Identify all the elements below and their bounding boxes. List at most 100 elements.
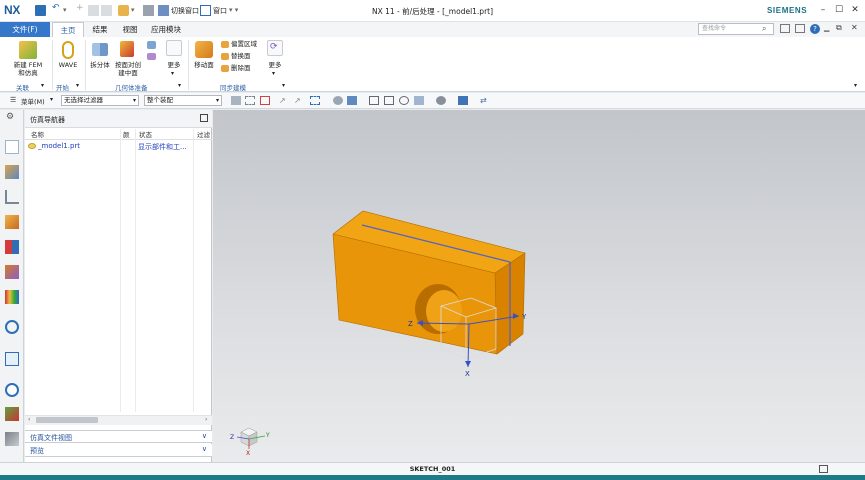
show-hide-icon[interactable]: ⇄	[480, 96, 490, 105]
tab-file[interactable]: 文件(F)	[0, 22, 50, 37]
sim-navigator-icon[interactable]	[5, 140, 19, 154]
rotate-icon[interactable]	[399, 96, 409, 105]
view-cube-icon[interactable]	[347, 96, 357, 105]
group-sync-dropdown-icon[interactable]: ▾	[282, 82, 285, 89]
selection-filter-dropdown[interactable]: 无选择过滤器 ▾	[61, 95, 139, 106]
history-icon[interactable]	[5, 383, 19, 397]
column-divider	[120, 129, 121, 412]
group-start-dropdown-icon[interactable]: ▾	[76, 82, 79, 89]
orient-view-icon[interactable]	[414, 96, 424, 105]
move-face-icon[interactable]	[195, 41, 213, 58]
wave-button[interactable]: WAVE	[54, 61, 82, 69]
wave-icon[interactable]	[62, 41, 74, 59]
graphics-window[interactable]: Y X Z Y X Z	[213, 110, 865, 462]
column-header-name[interactable]: 名称	[31, 129, 44, 139]
constraint-icon[interactable]	[5, 215, 19, 229]
sim-file-view-section[interactable]: 仿真文件视图 ∨	[25, 430, 212, 443]
split-body-icon[interactable]	[92, 43, 108, 56]
snap-end-icon[interactable]: ↗	[294, 96, 304, 105]
more-geometry-dropdown-icon[interactable]: ▾	[171, 70, 174, 77]
midsurface-icon[interactable]	[147, 41, 156, 49]
gear-icon[interactable]: ⚙	[6, 112, 14, 122]
fit-icon[interactable]	[369, 96, 379, 105]
ribbon-minimize-button[interactable]: ▁	[824, 24, 829, 32]
sim-file-view-label: 仿真文件视图	[30, 434, 72, 442]
status-bar: SKETCH_001	[0, 462, 865, 475]
preview-section[interactable]: 预览 ∨	[25, 444, 212, 457]
role-icon[interactable]	[5, 265, 19, 279]
snap-icon[interactable]: ↗	[279, 96, 289, 105]
delete-face-icon[interactable]	[221, 65, 229, 72]
ribbon-divider	[188, 40, 189, 90]
layout-icon[interactable]	[780, 24, 790, 33]
replace-face-button[interactable]: 替换面	[231, 52, 251, 60]
fullscreen-status-icon[interactable]	[819, 465, 828, 473]
column-header-filter[interactable]: 过滤	[197, 129, 210, 139]
system-materials-icon[interactable]	[5, 432, 19, 446]
web-browser-icon[interactable]	[5, 352, 19, 366]
split-body-button[interactable]: 拆分体	[88, 61, 112, 69]
assembly-scope-value: 整个装配	[147, 96, 173, 104]
menu-dropdown-icon[interactable]: ▾	[50, 96, 53, 103]
preview-label: 预览	[30, 447, 44, 455]
maximize-panel-icon[interactable]	[200, 114, 208, 122]
scroll-left-icon[interactable]: ‹	[28, 416, 30, 423]
shaded-icon[interactable]	[333, 96, 343, 105]
menu-button[interactable]: 菜单(M)	[21, 96, 45, 106]
more-sync-button[interactable]: 更多	[263, 61, 287, 69]
delete-face-button[interactable]: 删除面	[231, 64, 251, 72]
minimize-button[interactable]: –	[816, 4, 830, 16]
search-icon[interactable]: ⌕	[762, 24, 766, 34]
select-general-icon[interactable]	[245, 96, 255, 105]
palette-icon[interactable]	[5, 290, 19, 304]
info-icon[interactable]	[5, 320, 19, 334]
render-style-icon[interactable]	[436, 96, 446, 105]
zoom-icon[interactable]	[384, 96, 394, 105]
ribbon-restore-button[interactable]: ⧉	[836, 23, 842, 33]
group-associate-dropdown-icon[interactable]: ▾	[41, 82, 44, 89]
new-fem-button-line2[interactable]: 和仿真	[8, 69, 48, 77]
selection-filter-value: 无选择过滤器	[64, 96, 103, 104]
offset-region-button[interactable]: 偏置区域	[231, 40, 257, 48]
column-header-status[interactable]: 状态	[139, 129, 152, 139]
more-geometry-icon[interactable]	[166, 40, 182, 56]
part-navigator-icon[interactable]	[5, 165, 19, 179]
help-icon[interactable]: ?	[810, 24, 820, 34]
split-by-face-icon[interactable]	[120, 41, 134, 57]
simulation-navigator-panel	[25, 110, 212, 462]
scroll-right-icon[interactable]: ›	[205, 416, 207, 423]
load-icon[interactable]	[5, 240, 19, 254]
move-face-button[interactable]: 移动面	[190, 61, 218, 69]
new-fem-button-line1[interactable]: 新建 FEM	[8, 61, 48, 69]
replace-face-icon[interactable]	[221, 53, 229, 60]
tab-results[interactable]: 结果	[86, 22, 114, 37]
more-sync-dropdown-icon[interactable]: ▾	[272, 70, 275, 77]
tab-view[interactable]: 视图	[116, 22, 144, 37]
view-triad: Y X Z	[230, 427, 270, 457]
more-geometry-button[interactable]: 更多	[162, 61, 186, 69]
ribbon-close-button[interactable]: ✕	[851, 23, 858, 32]
ribbon-options-icon[interactable]: ▾	[854, 82, 857, 89]
maximize-button[interactable]: ☐	[832, 4, 846, 16]
column-header-color[interactable]: 颜	[123, 129, 130, 139]
tab-home[interactable]: 主页	[52, 22, 84, 37]
split-by-face-button-line2[interactable]: 建中面	[112, 69, 144, 77]
edit-section-icon[interactable]	[458, 96, 468, 105]
scrollbar-thumb[interactable]	[36, 417, 98, 423]
close-button[interactable]: ✕	[848, 4, 862, 16]
assembly-scope-dropdown[interactable]: 整个装配 ▾	[144, 95, 222, 106]
fullscreen-icon[interactable]	[795, 24, 805, 33]
history-tree-icon[interactable]	[5, 190, 19, 204]
new-fem-icon[interactable]	[19, 41, 37, 59]
tab-applications[interactable]: 应用模块	[146, 22, 186, 37]
reuse-library-icon[interactable]	[5, 407, 19, 421]
table-row[interactable]: _model1.prt 显示部件和工...	[25, 141, 212, 152]
select-icon[interactable]	[231, 96, 241, 105]
sketch-face-icon[interactable]	[147, 53, 156, 60]
rectangle-select-icon[interactable]	[310, 96, 320, 105]
group-geometry-dropdown-icon[interactable]: ▾	[178, 82, 181, 89]
split-by-face-button-line1[interactable]: 按面对创	[112, 61, 144, 69]
offset-region-icon[interactable]	[221, 41, 229, 48]
select-face-icon[interactable]	[260, 96, 270, 105]
model-view[interactable]: Y X Z Y X Z	[213, 110, 865, 462]
